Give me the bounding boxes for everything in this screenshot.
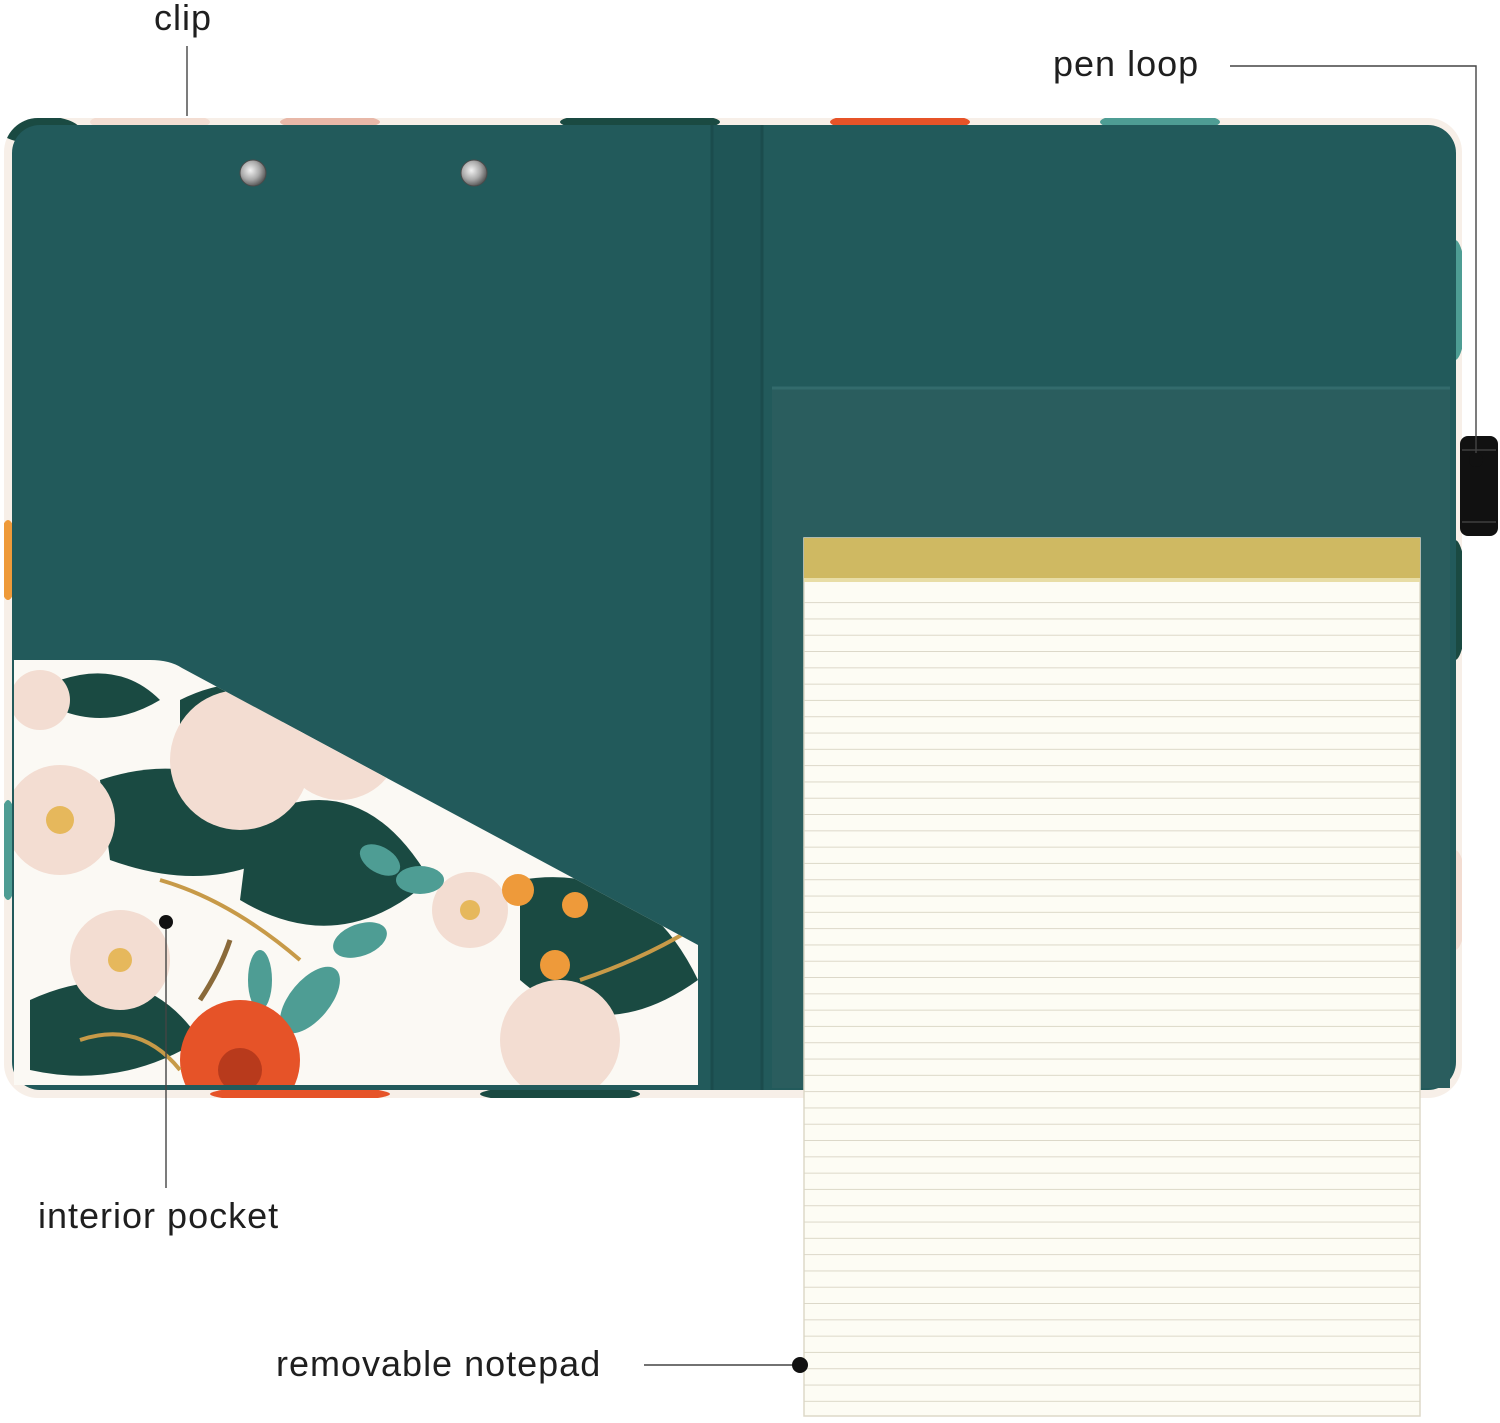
callout-removable-notepad: removable notepad xyxy=(276,1343,602,1384)
pen-loop xyxy=(1460,436,1498,536)
removable-notepad xyxy=(803,537,1421,1417)
callout-clip: clip xyxy=(154,0,213,38)
callout-interior-pocket: interior pocket xyxy=(38,1195,280,1236)
callout-pen-loop: pen loop xyxy=(1053,43,1200,84)
spine xyxy=(712,125,762,1090)
